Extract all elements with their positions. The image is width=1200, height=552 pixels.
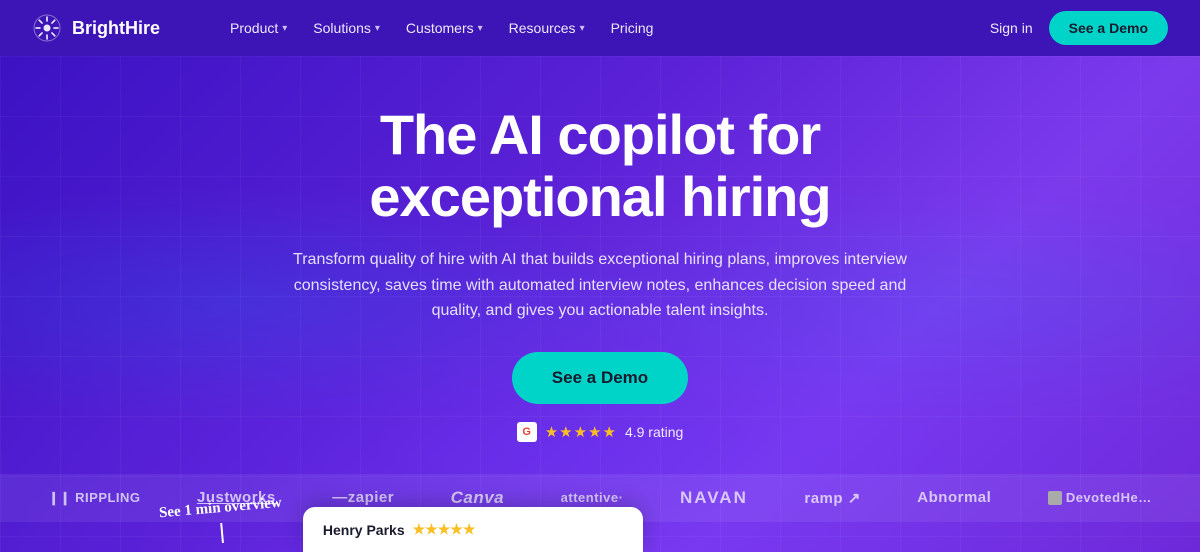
hero-subtitle: Transform quality of hire with AI that b… xyxy=(290,247,910,324)
nav-item-customers[interactable]: Customers ▾ xyxy=(396,14,493,42)
nav-item-pricing[interactable]: Pricing xyxy=(601,14,664,42)
nav-item-resources[interactable]: Resources ▾ xyxy=(499,14,595,42)
chevron-down-icon: ▾ xyxy=(375,23,380,34)
logo-rippling: ❙❙ RIPPLING xyxy=(48,490,140,506)
nav-links: Product ▾ Solutions ▾ Customers ▾ Resour… xyxy=(220,14,990,42)
logo-canva: Canva xyxy=(451,488,505,508)
logo-abnormal: Abnormal xyxy=(917,489,991,506)
nav-cta-button[interactable]: See a Demo xyxy=(1049,11,1168,45)
review-author: Henry Parks ★★★★★ xyxy=(323,521,623,538)
logo-zapier: —zapier xyxy=(332,489,394,506)
rating-row: G ★★★★★ 4.9 rating xyxy=(290,422,910,442)
devoted-icon xyxy=(1048,491,1062,505)
logo-devoted: DevotedHe… xyxy=(1048,490,1152,505)
logo-justworks: Justworks xyxy=(197,489,276,506)
logo-navan: navan xyxy=(680,488,748,508)
g2-logo: G xyxy=(517,422,537,442)
chevron-down-icon: ▾ xyxy=(580,23,585,34)
logo-ramp: ramp ↗ xyxy=(804,489,860,507)
brighthire-logo-icon xyxy=(32,13,62,43)
chevron-down-icon: ▾ xyxy=(478,23,483,34)
logo[interactable]: BrightHire xyxy=(32,13,160,43)
nav-item-product[interactable]: Product ▾ xyxy=(220,14,297,42)
rating-text: 4.9 rating xyxy=(625,424,683,440)
logos-bar: ❙❙ RIPPLING Justworks —zapier Canva atte… xyxy=(0,474,1200,522)
rating-stars: ★★★★★ xyxy=(545,423,617,441)
nav-right: Sign in See a Demo xyxy=(990,11,1168,45)
hero-cta-button[interactable]: See a Demo xyxy=(512,352,688,404)
sign-in-link[interactable]: Sign in xyxy=(990,20,1033,36)
logo-text: BrightHire xyxy=(72,18,160,39)
review-stars: ★★★★★ xyxy=(413,521,476,538)
nav-item-solutions[interactable]: Solutions ▾ xyxy=(303,14,390,42)
hero-title: The AI copilot for exceptional hiring xyxy=(290,104,910,227)
logo-attentive: attentive· xyxy=(561,490,624,505)
chevron-down-icon: ▾ xyxy=(282,23,287,34)
navigation: BrightHire Product ▾ Solutions ▾ Custome… xyxy=(0,0,1200,56)
hero-content: The AI copilot for exceptional hiring Tr… xyxy=(270,104,930,474)
hero-section: The AI copilot for exceptional hiring Tr… xyxy=(0,56,1200,552)
